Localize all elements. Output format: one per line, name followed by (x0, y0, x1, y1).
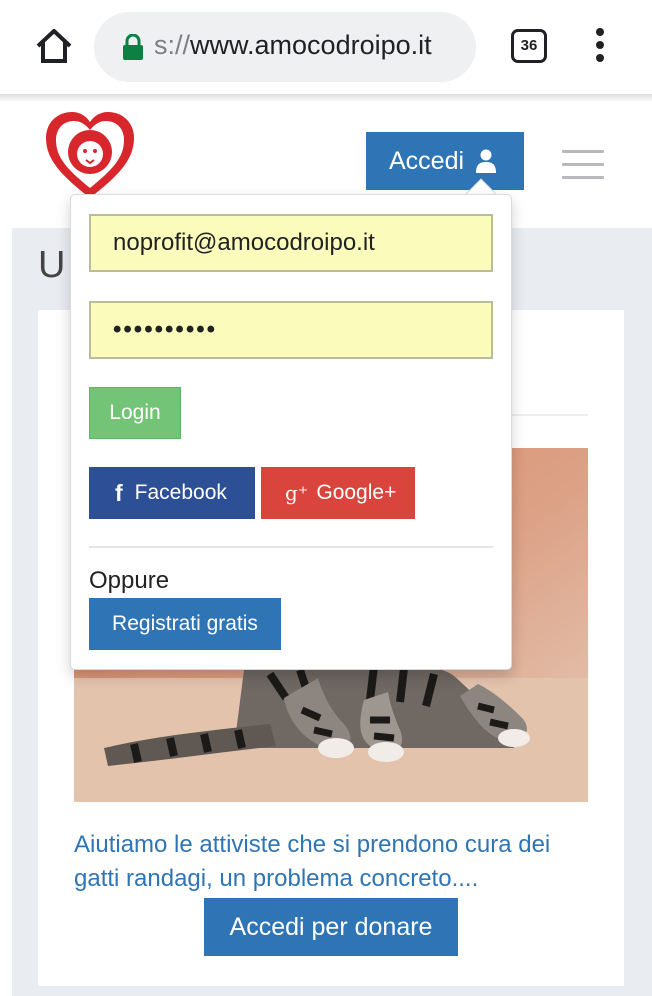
donate-login-button[interactable]: Accedi per donare (204, 898, 458, 956)
page-title: U (38, 244, 66, 286)
register-button[interactable]: Registrati gratis (89, 598, 281, 650)
login-button[interactable]: Login (89, 387, 181, 439)
lion-heart-logo[interactable] (42, 110, 138, 202)
login-dropdown: noprofit@amocodroipo.it •••••••••• Login… (70, 194, 512, 670)
login-toggle-label: Accedi (389, 146, 465, 175)
url-text: s://www.amocodroipo.it (154, 30, 432, 61)
user-icon (476, 149, 497, 173)
card-description-link[interactable]: Aiutiamo le attiviste che si prendono cu… (74, 828, 594, 896)
google-label: Google+ (316, 481, 397, 504)
menu-dots-icon[interactable] (594, 28, 606, 68)
facebook-label: Facebook (134, 481, 227, 504)
dropdown-divider (89, 546, 493, 548)
tab-switcher-button[interactable]: 36 (511, 29, 547, 63)
google-login-button[interactable]: g⁺ Google+ (261, 467, 415, 519)
facebook-icon: f (115, 479, 123, 506)
login-toggle-button[interactable]: Accedi (366, 132, 524, 190)
address-bar[interactable]: s://www.amocodroipo.it (94, 12, 476, 82)
hamburger-icon[interactable] (562, 150, 604, 180)
or-label: Oppure (89, 567, 170, 594)
home-icon[interactable] (34, 26, 74, 66)
url-scheme: s:// (154, 30, 191, 60)
email-field[interactable]: noprofit@amocodroipo.it (89, 214, 493, 272)
google-plus-icon: g⁺ (285, 481, 309, 505)
toolbar-shadow (0, 94, 652, 102)
url-domain: www.amocodroipo.it (190, 30, 432, 60)
lock-icon (122, 33, 144, 60)
facebook-login-button[interactable]: f Facebook (89, 467, 255, 519)
browser-toolbar: s://www.amocodroipo.it 36 (0, 0, 652, 94)
password-field[interactable]: •••••••••• (89, 301, 493, 359)
